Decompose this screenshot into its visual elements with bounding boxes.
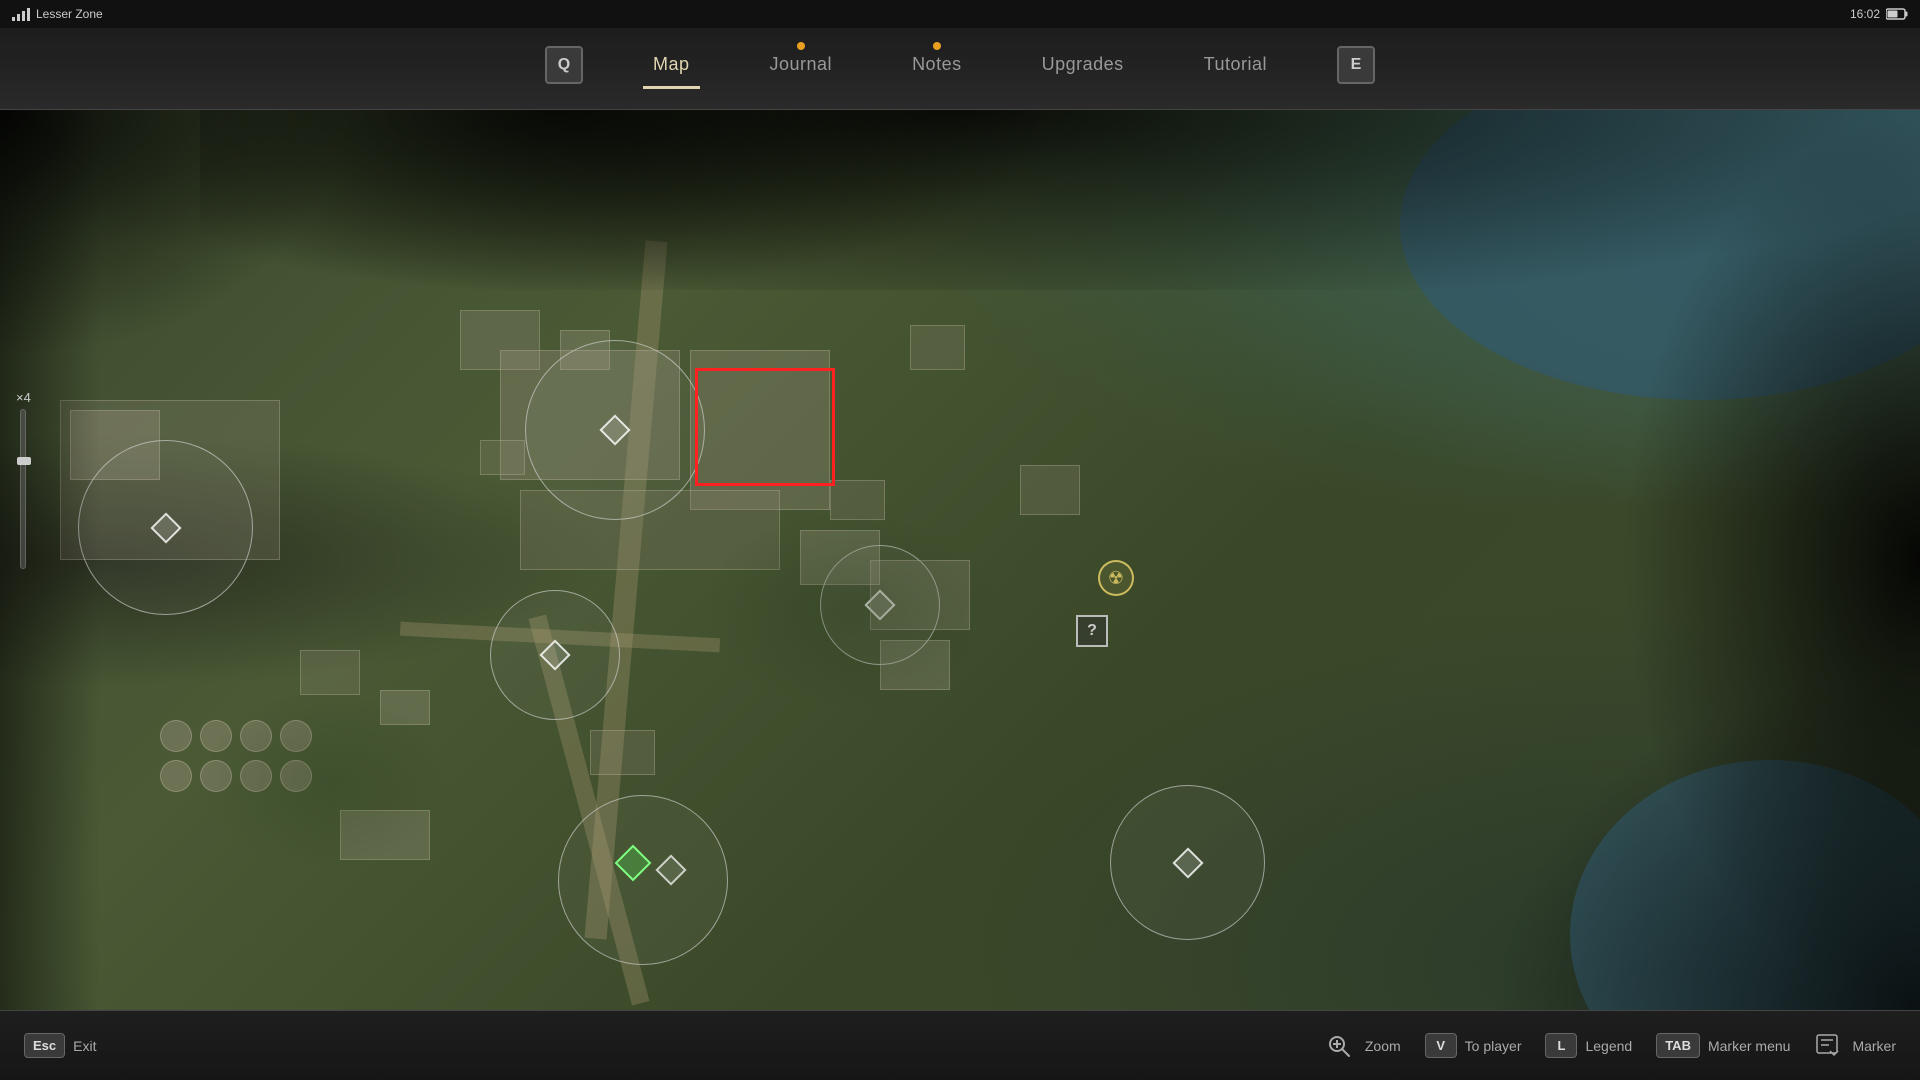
tab-map[interactable]: Map bbox=[643, 48, 700, 81]
legend-action[interactable]: L Legend bbox=[1545, 1033, 1632, 1058]
zoom-thumb[interactable] bbox=[17, 457, 31, 465]
tab-tutorial[interactable]: Tutorial bbox=[1194, 48, 1277, 81]
zoom-track[interactable] bbox=[20, 409, 26, 569]
marker-menu-label: Marker menu bbox=[1708, 1038, 1790, 1054]
zoom-label-bottom: Zoom bbox=[1365, 1038, 1401, 1054]
journal-dot bbox=[797, 42, 805, 50]
diamond-marker-mid-lower bbox=[539, 639, 570, 670]
system-bar: Lesser Zone 16:02 bbox=[0, 0, 1920, 28]
zone-circle-bottom-right bbox=[1110, 785, 1265, 940]
legend-label: Legend bbox=[1585, 1038, 1632, 1054]
esc-key[interactable]: Esc bbox=[24, 1033, 65, 1058]
nav-tabs: Q Map Journal Notes Upgrades Tutorial E bbox=[545, 46, 1375, 84]
zone-marker-bottom-center bbox=[656, 855, 686, 885]
player-marker bbox=[620, 850, 646, 876]
zone-circle-bottom bbox=[558, 795, 728, 965]
system-left: Lesser Zone bbox=[12, 7, 103, 21]
marker-action[interactable]: Marker bbox=[1814, 1033, 1896, 1059]
radiation-marker: ☢ bbox=[1098, 560, 1134, 596]
bottom-bar: Esc Exit Zoom V To player L Legend TAB M… bbox=[0, 1010, 1920, 1080]
marker-menu-action[interactable]: TAB Marker menu bbox=[1656, 1033, 1790, 1058]
notes-dot bbox=[933, 42, 941, 50]
battery-icon bbox=[1886, 8, 1908, 20]
to-player-label: To player bbox=[1465, 1038, 1522, 1054]
small-building-2 bbox=[380, 690, 430, 725]
small-building-1 bbox=[300, 650, 360, 695]
q-key-button[interactable]: Q bbox=[545, 46, 583, 84]
exit-label: Exit bbox=[73, 1038, 96, 1054]
marker-label: Marker bbox=[1852, 1038, 1896, 1054]
player-diamond-icon bbox=[615, 845, 652, 882]
signal-icon bbox=[12, 7, 30, 21]
zone-marker-center bbox=[600, 415, 630, 445]
tab-journal[interactable]: Journal bbox=[760, 48, 843, 81]
zone-marker-bottom-right bbox=[1173, 848, 1203, 878]
carrier-label: Lesser Zone bbox=[36, 7, 103, 21]
small-building-6 bbox=[590, 730, 655, 775]
small-building-4 bbox=[830, 480, 885, 520]
marker-icon bbox=[1814, 1033, 1840, 1059]
zoom-slider[interactable]: ×4 bbox=[16, 390, 31, 569]
small-building-8 bbox=[910, 325, 965, 370]
map-container[interactable]: ☢ ? ×4 bbox=[0, 110, 1920, 1010]
tab-key[interactable]: TAB bbox=[1656, 1033, 1700, 1058]
e-key-button[interactable]: E bbox=[1337, 46, 1375, 84]
diamond-marker-left bbox=[150, 512, 181, 543]
zone-circle-mid-lower bbox=[490, 590, 620, 720]
tab-notes[interactable]: Notes bbox=[902, 48, 972, 81]
zone-circle-center bbox=[525, 340, 705, 520]
small-building-5 bbox=[800, 530, 880, 585]
zone-marker-left bbox=[151, 513, 181, 543]
to-player-action[interactable]: V To player bbox=[1425, 1033, 1522, 1058]
diamond-bottom-center bbox=[655, 854, 686, 885]
diamond-marker-center bbox=[599, 414, 630, 445]
v-key[interactable]: V bbox=[1425, 1033, 1457, 1058]
highlighted-building bbox=[695, 368, 835, 486]
tab-upgrades[interactable]: Upgrades bbox=[1032, 48, 1134, 81]
zoom-multiplier-label: ×4 bbox=[16, 390, 31, 405]
small-building-3 bbox=[480, 440, 525, 475]
l-key[interactable]: L bbox=[1545, 1033, 1577, 1058]
small-building-7 bbox=[340, 810, 430, 860]
zoom-action[interactable]: Zoom bbox=[1325, 1032, 1401, 1060]
diamond-marker-bottom-right bbox=[1172, 847, 1203, 878]
zone-marker-mid-lower bbox=[540, 640, 570, 670]
unknown-marker: ? bbox=[1076, 615, 1108, 647]
exit-action[interactable]: Esc Exit bbox=[24, 1033, 96, 1058]
zoom-icon bbox=[1325, 1032, 1353, 1060]
zone-circle-left bbox=[78, 440, 253, 615]
time-display: 16:02 bbox=[1850, 7, 1880, 21]
system-right: 16:02 bbox=[1850, 7, 1908, 21]
